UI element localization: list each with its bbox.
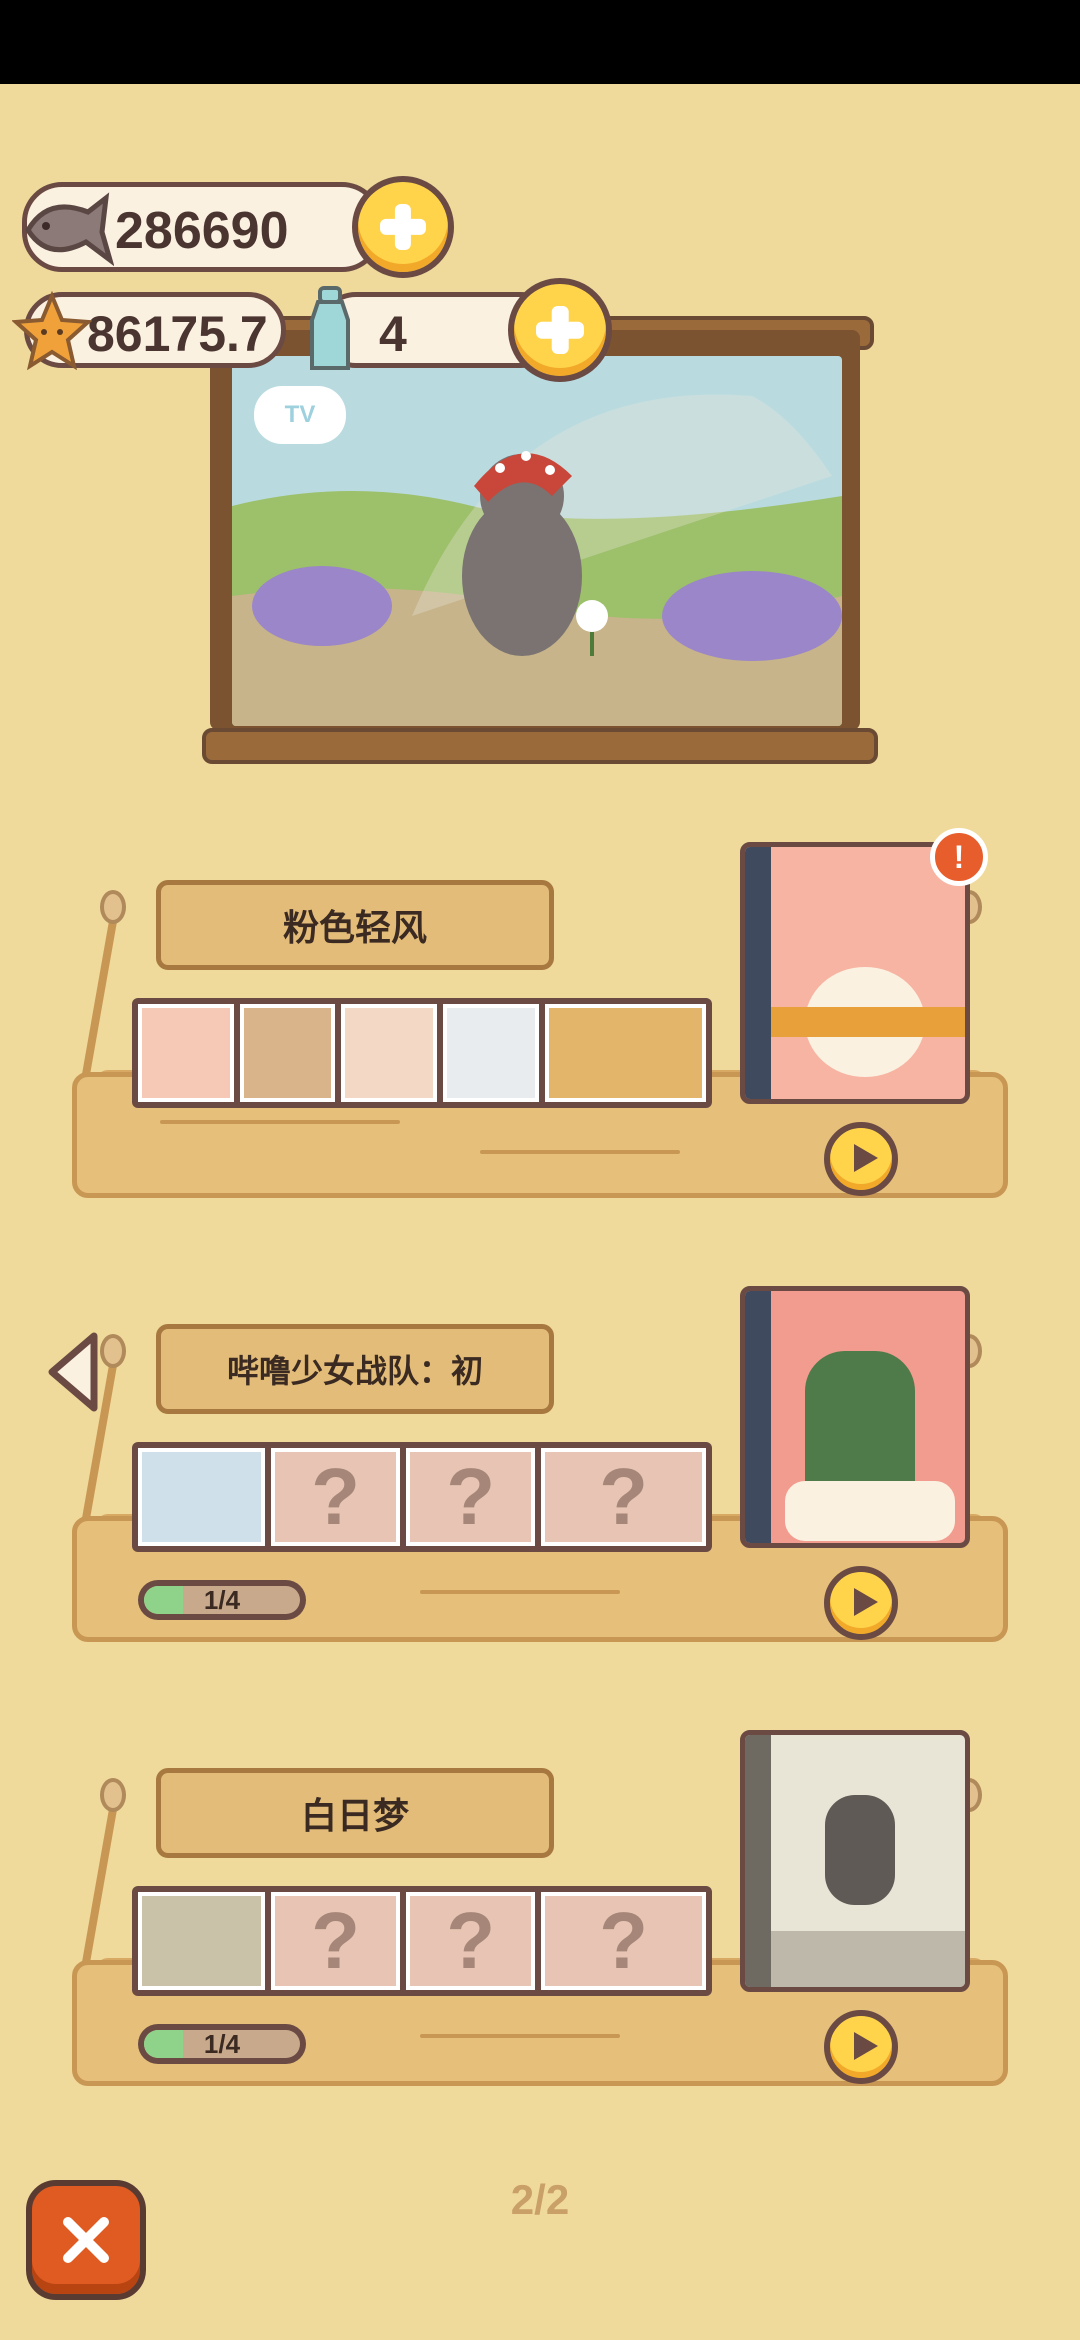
locked-symbol: ?: [599, 1896, 649, 1985]
album-cover[interactable]: [740, 842, 970, 1104]
page-indicator: 2/2: [510, 2176, 570, 2223]
previous-page-arrow-icon[interactable]: [44, 1330, 104, 1414]
album-cover-spine: [745, 847, 771, 1099]
shelf-wood-grain: [160, 1120, 400, 1124]
locked-thumbnail: ?: [541, 1448, 706, 1546]
locked-symbol: ?: [599, 1452, 649, 1541]
album-thumbnail-strip[interactable]: [132, 998, 712, 1108]
album-thumbnail[interactable]: [138, 1004, 234, 1102]
shelf-knob: [100, 1778, 126, 1812]
play-button[interactable]: [824, 2010, 898, 2084]
locked-symbol: ?: [446, 1452, 496, 1541]
fish-icon: [25, 192, 114, 267]
shelf-wood-grain: [480, 1150, 680, 1154]
locked-thumbnail: ?: [271, 1892, 401, 1990]
locked-symbol: ?: [446, 1896, 496, 1985]
locked-thumbnail: ?: [406, 1448, 536, 1546]
album-progress-track: 1/4: [144, 2030, 300, 2058]
locked-symbol: ?: [311, 1896, 361, 1985]
album-progress-label: 1/4: [203, 2030, 241, 2058]
tv-logo: TV: [254, 386, 346, 444]
album-title: 粉色轻风: [282, 907, 427, 948]
add-bottle-button[interactable]: [508, 278, 612, 382]
album-thumbnail[interactable]: [239, 1004, 336, 1102]
tv-logo-text: TV: [284, 401, 316, 428]
album-cover[interactable]: [740, 1286, 970, 1548]
album-title: 哔噜少女战队：初: [226, 1353, 483, 1389]
close-button[interactable]: [26, 2180, 146, 2300]
tv-bottom-bar: [202, 728, 878, 764]
locked-thumbnail: ?: [541, 1892, 706, 1990]
album-thumbnail-strip[interactable]: ? ? ?: [132, 1886, 712, 1996]
play-button[interactable]: [824, 1566, 898, 1640]
album-progress-track: 1/4: [144, 1586, 300, 1614]
album-progress-label: 1/4: [203, 1586, 241, 1614]
album-thumbnail-strip[interactable]: ? ? ?: [132, 1442, 712, 1552]
shelf-wood-grain: [420, 1590, 620, 1594]
locked-symbol: ?: [311, 1452, 361, 1541]
album-title-plank: 哔噜少女战队：初: [156, 1324, 554, 1414]
star-icon: [12, 290, 92, 370]
star-currency-value: 86175.7: [87, 306, 268, 362]
album-progress-bar: 1/4: [138, 2024, 306, 2064]
album-cover[interactable]: [740, 1730, 970, 1992]
shelf-post-left: [81, 1798, 119, 1968]
shelf-knob: [100, 1334, 126, 1368]
album-thumbnail[interactable]: [544, 1004, 707, 1102]
bottle-currency-value: 4: [379, 306, 407, 362]
locked-thumbnail: ?: [271, 1448, 401, 1546]
bottle-icon: [310, 286, 350, 370]
status-bar: [0, 0, 1080, 84]
fish-currency-value: 286690: [115, 202, 289, 260]
album-thumbnail[interactable]: [341, 1004, 437, 1102]
album-thumbnail[interactable]: [138, 1892, 266, 1990]
alert-badge-symbol: !: [953, 838, 965, 875]
album-cover-spine: [745, 1291, 771, 1543]
add-fish-button[interactable]: [352, 176, 454, 278]
shelf-knob: [100, 890, 126, 924]
album-title-plank: 白日梦: [156, 1768, 554, 1858]
album-progress-bar: 1/4: [138, 1580, 306, 1620]
shelf-wood-grain: [420, 2034, 620, 2038]
album-thumbnail[interactable]: [138, 1448, 266, 1546]
locked-thumbnail: ?: [406, 1892, 536, 1990]
album-thumbnail[interactable]: [442, 1004, 539, 1102]
album-title: 白日梦: [300, 1795, 409, 1836]
shelf-post-left: [81, 910, 119, 1080]
close-icon: [63, 2217, 109, 2263]
tv-screen: TV: [232, 356, 842, 726]
album-title-plank: 粉色轻风: [156, 880, 554, 970]
play-button[interactable]: [824, 1122, 898, 1196]
alert-badge: !: [930, 828, 988, 886]
album-cover-spine: [745, 1735, 771, 1987]
